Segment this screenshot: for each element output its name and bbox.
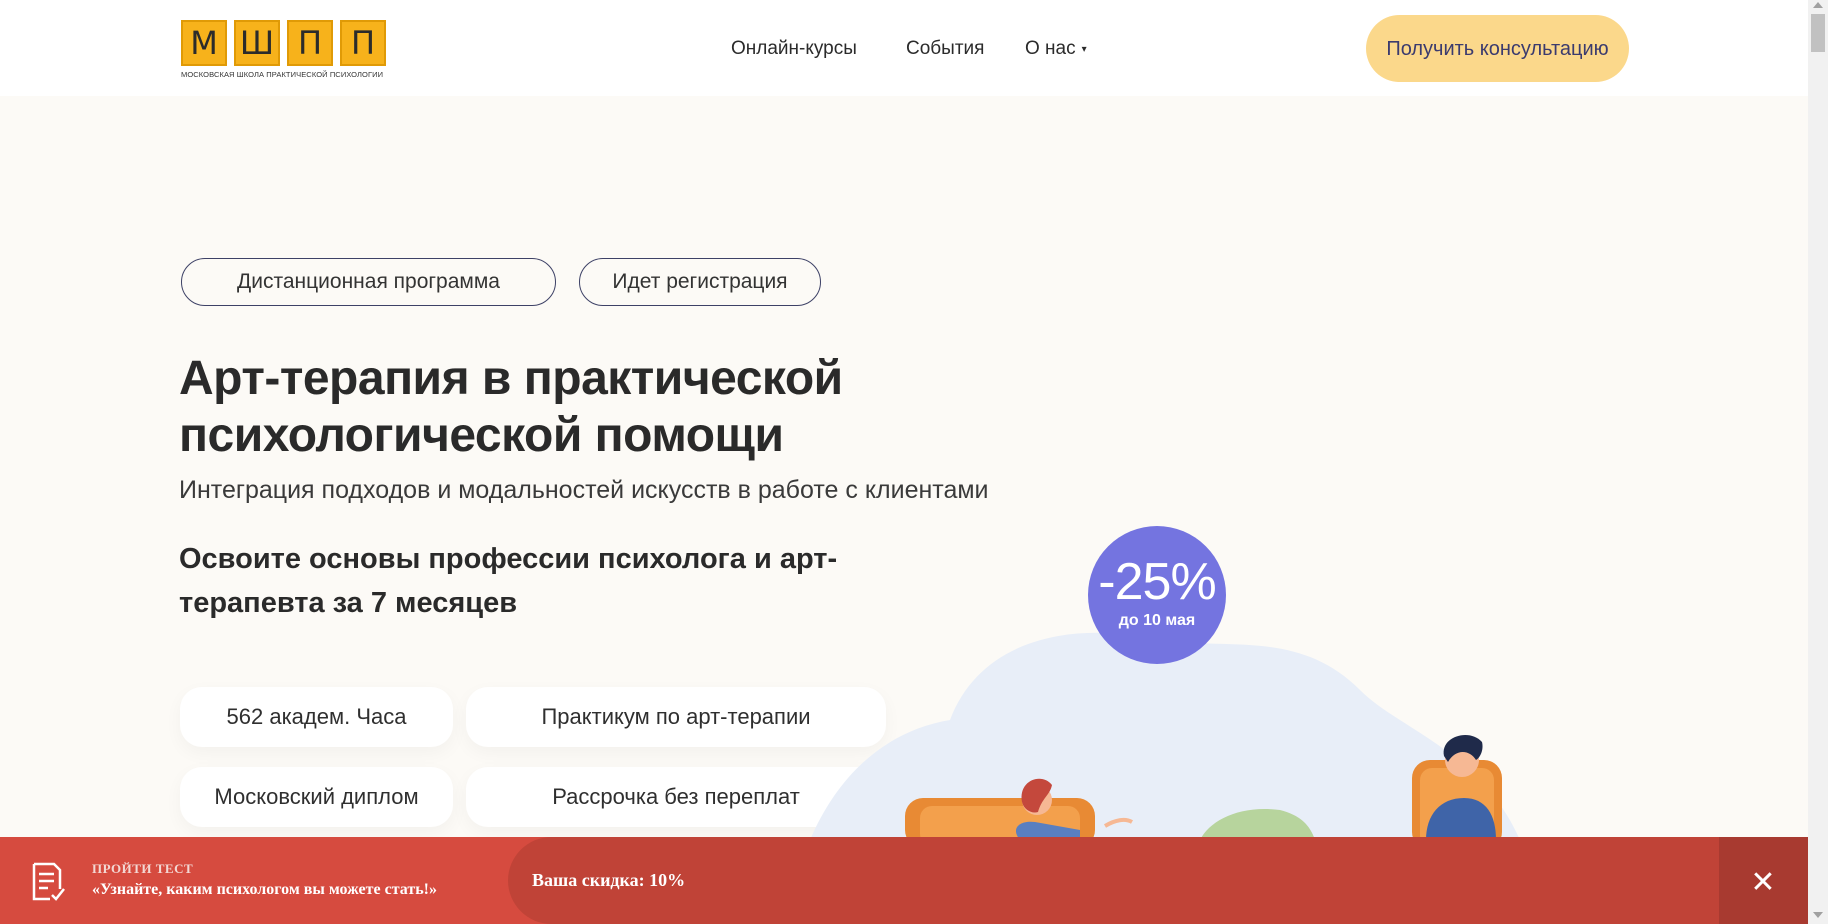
nav-about-label: О нас	[1025, 38, 1076, 59]
logo-letter: М	[181, 20, 227, 66]
page-subtitle: Интеграция подходов и модальностей искус…	[179, 476, 989, 504]
nav-online-courses[interactable]: Онлайн-курсы	[731, 38, 857, 60]
logo-letter: П	[287, 20, 333, 66]
scroll-down-arrow-icon[interactable]	[1813, 912, 1823, 918]
logo[interactable]: М Ш П П МОСКОВСКАЯ ШКОЛА ПРАКТИЧЕСКОЙ ПС…	[181, 20, 391, 82]
discount-value: -25%	[1098, 553, 1216, 611]
logo-letter: Ш	[234, 20, 280, 66]
get-consultation-button[interactable]: Получить консультацию	[1366, 15, 1629, 82]
scroll-up-arrow-icon[interactable]	[1813, 2, 1823, 8]
page: М Ш П П МОСКОВСКАЯ ШКОЛА ПРАКТИЧЕСКОЙ ПС…	[0, 0, 1808, 924]
feature-hours: 562 академ. Часа	[180, 687, 453, 747]
chevron-down-icon: ▾	[1081, 44, 1087, 55]
logo-letters: М Ш П П	[181, 20, 391, 66]
site-header: М Ш П П МОСКОВСКАЯ ШКОЛА ПРАКТИЧЕСКОЙ ПС…	[0, 0, 1808, 96]
discount-badge: -25% до 10 мая	[1088, 526, 1226, 664]
close-icon[interactable]: ✕	[1740, 859, 1786, 905]
banner-text[interactable]: «Узнайте, каким психологом вы можете ста…	[92, 881, 437, 899]
page-title: Арт-терапия в практической психологическ…	[179, 352, 843, 462]
scrollbar[interactable]	[1808, 0, 1828, 924]
nav-about[interactable]: О нас ▾	[1025, 38, 1087, 60]
logo-letter: П	[340, 20, 386, 66]
banner-discount-area: Ваша скидка: 10%	[508, 837, 1808, 924]
feature-diploma: Московский диплом	[180, 767, 453, 827]
tag-distance-program: Дистанционная программа	[181, 258, 556, 306]
logo-caption: МОСКОВСКАЯ ШКОЛА ПРАКТИЧЕСКОЙ ПСИХОЛОГИИ	[181, 70, 384, 79]
nav-events[interactable]: События	[906, 38, 984, 60]
test-banner[interactable]: ПРОЙТИ ТЕСТ «Узнайте, каким психологом в…	[0, 837, 1808, 924]
scrollbar-thumb[interactable]	[1811, 14, 1825, 52]
tag-registration-open: Идет регистрация	[579, 258, 821, 306]
banner-discount: Ваша скидка: 10%	[532, 870, 686, 890]
banner-label: ПРОЙТИ ТЕСТ	[92, 861, 194, 876]
lead-text: Освоите основы профессии психолога и арт…	[179, 543, 838, 619]
discount-until: до 10 мая	[1118, 612, 1196, 629]
test-checklist-icon	[32, 862, 65, 901]
